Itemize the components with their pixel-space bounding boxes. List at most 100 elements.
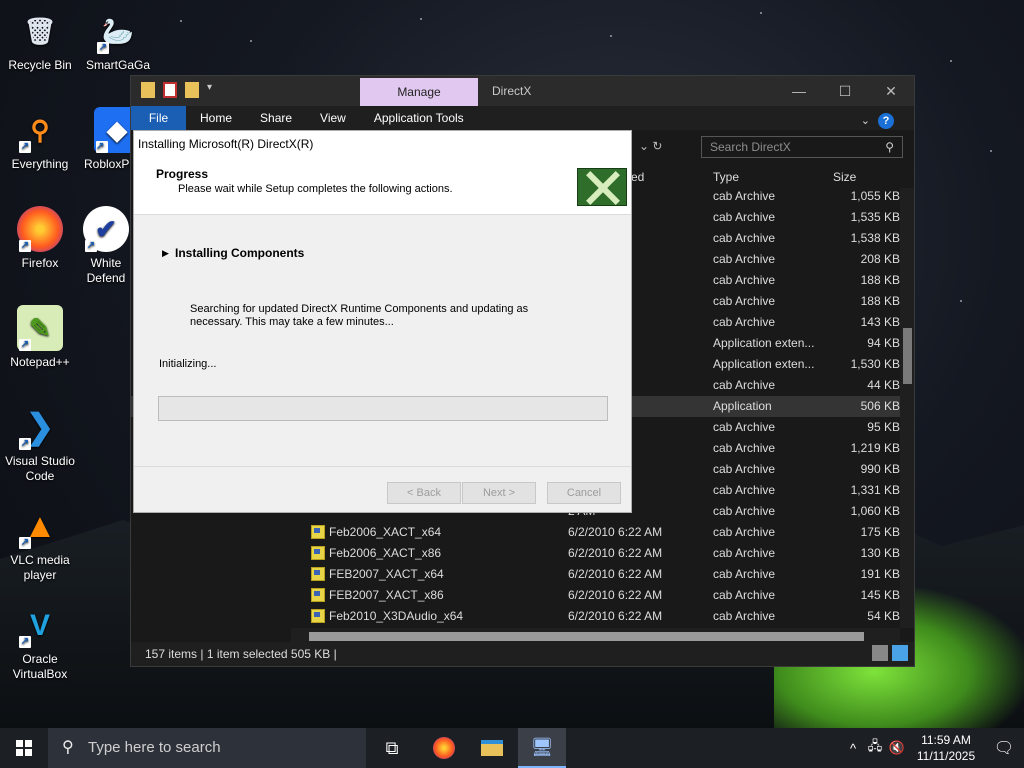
type-cell: cab Archive (713, 273, 776, 287)
desktop-icon-smartgaga[interactable]: 🦢 ↗ SmartGaGa (80, 8, 156, 73)
search-icon: ⚲ (885, 140, 894, 154)
desktop-icon-label: Firefox (21, 256, 59, 270)
size-cell: 54 KB (867, 609, 900, 623)
large-icons-view-icon[interactable] (892, 645, 908, 661)
type-cell: cab Archive (713, 567, 776, 581)
taskbar-file-explorer[interactable] (468, 728, 516, 768)
type-cell: cab Archive (713, 525, 776, 539)
start-button[interactable] (0, 728, 48, 768)
date-cell: 6/2/2010 6:22 AM (568, 609, 663, 623)
size-cell: 1,055 KB (850, 189, 900, 203)
desktop-icon-white-defend[interactable]: ✔ ↗ White Defend (80, 206, 132, 286)
show-hidden-icons-icon[interactable]: ^ (842, 741, 864, 756)
desktop-icon-label: VLC media player (10, 553, 70, 582)
type-cell: cab Archive (713, 294, 776, 308)
vertical-scrollbar[interactable] (900, 188, 914, 628)
task-view-icon: ⧉ (385, 737, 399, 758)
table-row[interactable]: Feb2010_X3DAudio_x64 6/2/2010 6:22 AM cab … (131, 606, 900, 627)
help-icon[interactable]: ? (878, 113, 894, 129)
customize-toolbar-icon[interactable]: ▾ (207, 82, 221, 98)
size-cell: 1,331 KB (850, 483, 900, 497)
date-cell: 6/2/2010 6:22 AM (568, 546, 663, 560)
table-row[interactable]: Feb2006_XACT_x64 6/2/2010 6:22 AM cab Arch… (131, 522, 900, 543)
type-cell: cab Archive (713, 210, 776, 224)
desktop-icon-firefox[interactable]: ↗ Firefox (2, 206, 78, 271)
tab-view[interactable]: View (306, 106, 360, 130)
type-cell: cab Archive (713, 420, 776, 434)
file-name-cell: FEB2007_XACT_x64 (311, 567, 444, 581)
taskbar-firefox[interactable] (420, 728, 468, 768)
window-title: DirectX (492, 84, 532, 98)
column-size[interactable]: Size (833, 170, 856, 184)
desktop-icon-label: Recycle Bin (8, 58, 72, 72)
properties-icon[interactable] (163, 82, 177, 98)
file-name-cell: FEB2007_XACT_x86 (311, 588, 444, 602)
cancel-button[interactable]: Cancel (547, 482, 621, 504)
folder-icon[interactable] (141, 82, 155, 98)
type-cell: cab Archive (713, 462, 776, 476)
next-button[interactable]: Next > (462, 482, 536, 504)
cab-file-icon (311, 525, 325, 539)
close-button[interactable]: ✕ (868, 76, 914, 106)
back-button[interactable]: < Back (387, 482, 461, 504)
type-cell: cab Archive (713, 504, 776, 518)
type-cell: Application exten... (713, 357, 815, 371)
status-bar: 157 items | 1 item selected 505 KB | (131, 642, 914, 666)
table-row[interactable]: FEB2007_XACT_x86 6/2/2010 6:22 AM cab Arch… (131, 585, 900, 606)
tab-file[interactable]: File (131, 106, 186, 130)
search-placeholder: Search DirectX (710, 140, 791, 154)
expand-ribbon-icon[interactable]: ⌄ (861, 109, 870, 133)
tab-home[interactable]: Home (186, 106, 246, 130)
refresh-icon[interactable]: ⌄ ↻ (639, 139, 662, 153)
network-icon[interactable]: 🖧 (864, 737, 886, 759)
desktop-icon-notepad-plus-plus[interactable]: ✎ ↗ Notepad++ (2, 305, 78, 370)
size-cell: 506 KB (860, 399, 900, 413)
details-view-icon[interactable] (872, 645, 888, 661)
task-view-button[interactable]: ⧉ (368, 728, 416, 768)
tab-application-tools[interactable]: Application Tools (360, 106, 478, 130)
desktop-icon-virtualbox[interactable]: V ↗ Oracle VirtualBox (2, 602, 78, 682)
dialog-header-subtitle: Please wait while Setup completes the fo… (178, 183, 453, 195)
dialog-header-title: Progress (156, 167, 209, 181)
taskbar-directx-setup[interactable]: 🖥 (518, 728, 566, 768)
maximize-button[interactable]: ☐ (822, 76, 868, 106)
minimize-button[interactable]: — (776, 76, 822, 106)
vscode-icon: ❯ ↗ (19, 407, 55, 450)
column-date-modified[interactable]: ed (631, 170, 644, 184)
everything-icon: ⚲ ↗ (19, 114, 50, 153)
table-row[interactable]: FEB2007_XACT_x64 6/2/2010 6:22 AM cab Arch… (131, 564, 900, 585)
volume-muted-icon[interactable]: 🔇 (886, 740, 908, 756)
size-cell: 1,530 KB (850, 357, 900, 371)
tab-share[interactable]: Share (246, 106, 306, 130)
dialog-body: ▶ Installing Components Searching for up… (134, 215, 631, 471)
search-input[interactable]: Search DirectX ⚲ (701, 136, 903, 158)
type-cell: cab Archive (713, 315, 776, 329)
taskbar: ⚲ Type here to search ⧉ 🖥 ^ 🖧 🔇 11:59 AM… (0, 728, 1024, 768)
size-cell: 191 KB (860, 567, 900, 581)
new-folder-icon[interactable] (185, 82, 199, 98)
ribbon-tabs: File Home Share View Application Tools ⌄… (131, 106, 914, 130)
size-cell: 94 KB (867, 336, 900, 350)
windows-logo-icon (16, 740, 32, 756)
type-cell: cab Archive (713, 441, 776, 455)
desktop-icon-recycle-bin[interactable]: 🗑 Recycle Bin (2, 8, 78, 73)
recycle-bin-icon: 🗑 (23, 15, 57, 46)
clock[interactable]: 11:59 AM 11/11/2025 (908, 732, 984, 764)
vlc-icon: ▲ ↗ (19, 506, 57, 549)
size-cell: 188 KB (860, 273, 900, 287)
tab-manage[interactable]: Manage (360, 78, 478, 106)
type-cell: cab Archive (713, 609, 776, 623)
column-type[interactable]: Type (713, 170, 739, 184)
taskbar-search-placeholder: Type here to search (88, 739, 221, 756)
taskbar-search-box[interactable]: ⚲ Type here to search (48, 728, 366, 768)
size-cell: 208 KB (860, 252, 900, 266)
table-row[interactable]: Feb2006_XACT_x86 6/2/2010 6:22 AM cab Arch… (131, 543, 900, 564)
quick-access-toolbar: ▾ (141, 82, 221, 98)
type-cell: cab Archive (713, 483, 776, 497)
notifications-icon[interactable]: 🗨 (984, 738, 1024, 758)
type-cell: cab Archive (713, 231, 776, 245)
desktop-icon-vscode[interactable]: ❯ ↗ Visual Studio Code (2, 404, 78, 484)
setup-installer-icon: 🖥 (530, 736, 554, 757)
desktop-icon-vlc[interactable]: ▲ ↗ VLC media player (2, 503, 78, 583)
desktop-icon-everything[interactable]: ⚲ ↗ Everything (2, 107, 78, 172)
